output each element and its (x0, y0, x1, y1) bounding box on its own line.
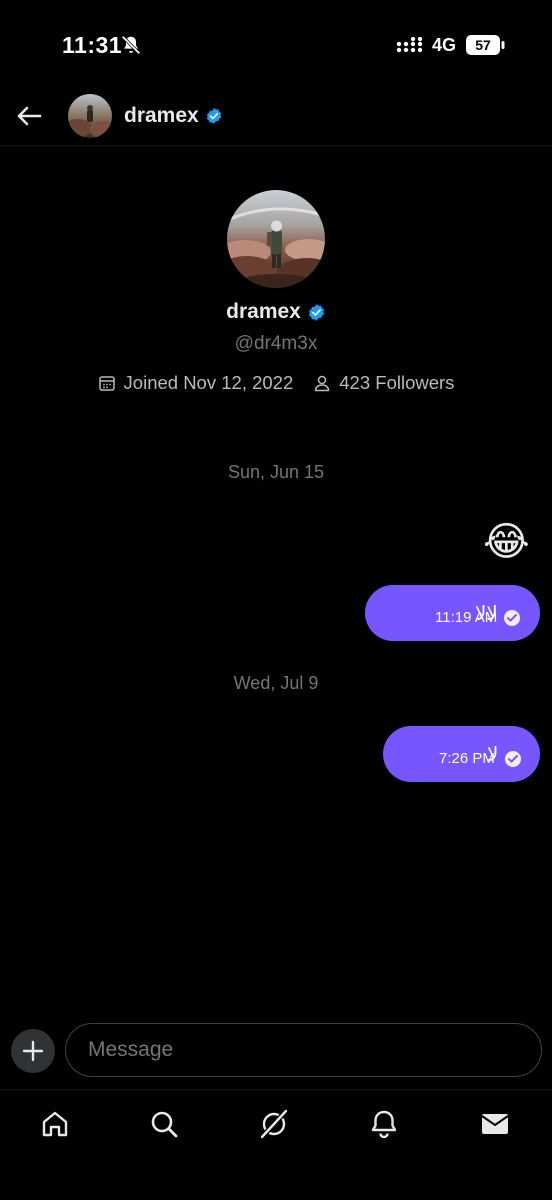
profile-meta: Joined Nov 12, 2022 423 Followers (0, 372, 552, 394)
arrow-left-icon (17, 106, 42, 126)
notifications-icon (371, 1110, 397, 1139)
joined-date: Joined Nov 12, 2022 (98, 372, 294, 394)
profile-avatar[interactable] (227, 190, 325, 288)
message-composer (0, 1013, 552, 1089)
conversation-header: dramex (0, 92, 552, 146)
message-bubble[interactable]: 7:26 PM لا (383, 726, 540, 782)
plus-icon (22, 1040, 44, 1062)
calendar-icon (98, 376, 115, 391)
bell-off-icon (121, 35, 141, 55)
message-bubble[interactable]: 11:19 AM لالا (365, 585, 540, 641)
nav-notifications[interactable] (364, 1104, 404, 1144)
status-bar: 11:31 4G 57 (0, 0, 552, 92)
grok-icon (260, 1109, 288, 1139)
network-type: 4G (432, 35, 457, 55)
nav-home[interactable] (35, 1104, 75, 1144)
profile-handle: @dr4m3x (234, 333, 318, 354)
battery-level: 57 (475, 37, 491, 53)
nav-messages[interactable] (475, 1104, 515, 1144)
search-icon (151, 1111, 178, 1138)
verified-badge-icon (206, 108, 222, 124)
header-avatar[interactable] (68, 94, 112, 138)
emoji-message[interactable]: 😂 (483, 521, 533, 563)
message-text: لالا (475, 601, 498, 625)
read-receipt-icon (505, 751, 521, 767)
home-icon (42, 1111, 68, 1137)
joined-label: Joined Nov 12, 2022 (123, 372, 294, 393)
person-icon (315, 375, 330, 392)
message-text: لا (487, 742, 499, 766)
nav-search[interactable] (144, 1104, 184, 1144)
signal-icon (396, 37, 423, 53)
date-separator: Sun, Jun 15 (227, 462, 325, 482)
message-input[interactable] (65, 1023, 542, 1077)
header-display-name[interactable]: dramex (124, 104, 199, 128)
profile-display-name: dramex (226, 300, 301, 323)
messages-icon (481, 1114, 509, 1134)
status-time: 11:31 (62, 32, 123, 58)
date-separator: Wed, Jul 9 (233, 673, 319, 693)
add-attachment-button[interactable] (11, 1029, 55, 1073)
followers-count[interactable]: 423 Followers (313, 372, 454, 394)
read-receipt-icon (504, 610, 520, 626)
profile-name-row: dramex (0, 300, 552, 324)
verified-badge-icon (308, 303, 324, 321)
followers-label: 423 Followers (339, 372, 455, 393)
back-button[interactable] (14, 101, 44, 131)
bottom-navigation (0, 1089, 552, 1200)
nav-grok[interactable] (254, 1104, 294, 1144)
